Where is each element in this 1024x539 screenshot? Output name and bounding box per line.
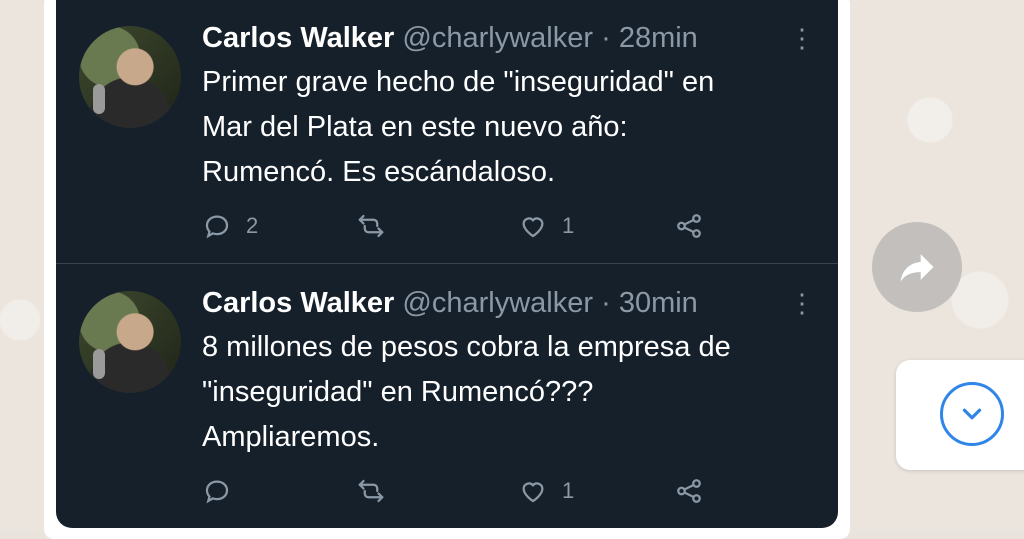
tweet-text-line: Ampliaremos. [202, 421, 380, 453]
tweet-text-line: Rumencó. Es escándaloso. [202, 156, 556, 188]
retweet-button[interactable] [356, 471, 400, 511]
reply-icon [205, 480, 229, 504]
scroll-down-button[interactable] [940, 382, 1004, 446]
tweet-text-line: "inseguridad" en Rumencó??? [202, 376, 594, 408]
tweet-screenshot[interactable]: Carlos Walker @charlywalker · 28min ⋮ Pr… [56, 0, 838, 528]
like-button[interactable]: 1 [518, 206, 574, 246]
forward-arrow-icon [900, 254, 934, 282]
author-name[interactable]: Carlos Walker [202, 287, 394, 319]
separator: · [601, 287, 611, 319]
tweet-text: Primer grave hecho de "inseguridad" en M… [202, 60, 812, 195]
reply-count: 2 [246, 213, 259, 238]
share-icon [677, 214, 701, 238]
heart-icon [522, 482, 544, 503]
tweet-text-line: Primer grave hecho de "inseguridad" en [202, 66, 715, 98]
author-handle[interactable]: @charlywalker [402, 22, 593, 54]
tweet[interactable]: Carlos Walker @charlywalker · 28min ⋮ Pr… [56, 0, 838, 262]
forward-button[interactable] [872, 222, 962, 312]
like-button[interactable]: 1 [518, 471, 574, 511]
timestamp[interactable]: 30min [619, 287, 698, 319]
heart-icon [522, 217, 544, 238]
separator: · [601, 22, 611, 54]
tweet-text-line: 8 millones de pesos cobra la empresa de [202, 331, 731, 363]
like-count: 1 [562, 213, 575, 238]
reply-icon [205, 215, 229, 239]
reply-button[interactable]: 2 [202, 206, 258, 246]
tweet-divider [56, 263, 838, 264]
retweet-button[interactable] [356, 206, 400, 246]
chevron-down-icon [962, 408, 982, 420]
tweet[interactable]: Carlos Walker @charlywalker · 30min ⋮ 8 … [56, 265, 838, 527]
avatar[interactable] [79, 26, 181, 128]
tweet-actions: 2 1 [202, 206, 822, 246]
more-options-icon[interactable]: ⋮ [789, 24, 815, 52]
author-name[interactable]: Carlos Walker [202, 22, 394, 54]
retweet-icon [358, 479, 384, 503]
share-button[interactable] [674, 206, 704, 246]
tweet-header: Carlos Walker @charlywalker · 30min [202, 285, 698, 321]
share-icon [677, 479, 701, 503]
author-handle[interactable]: @charlywalker [402, 287, 593, 319]
like-count: 1 [562, 478, 575, 503]
tweet-actions: 1 [202, 471, 822, 511]
timestamp[interactable]: 28min [619, 22, 698, 54]
more-options-icon[interactable]: ⋮ [789, 289, 815, 317]
tweet-text-line: Mar del Plata en este nuevo año: [202, 111, 628, 143]
retweet-icon [358, 214, 384, 238]
reply-button[interactable] [202, 471, 246, 511]
tweet-text: 8 millones de pesos cobra la empresa de … [202, 325, 812, 460]
tweet-header: Carlos Walker @charlywalker · 28min [202, 20, 698, 56]
share-button[interactable] [674, 471, 704, 511]
avatar[interactable] [79, 291, 181, 393]
